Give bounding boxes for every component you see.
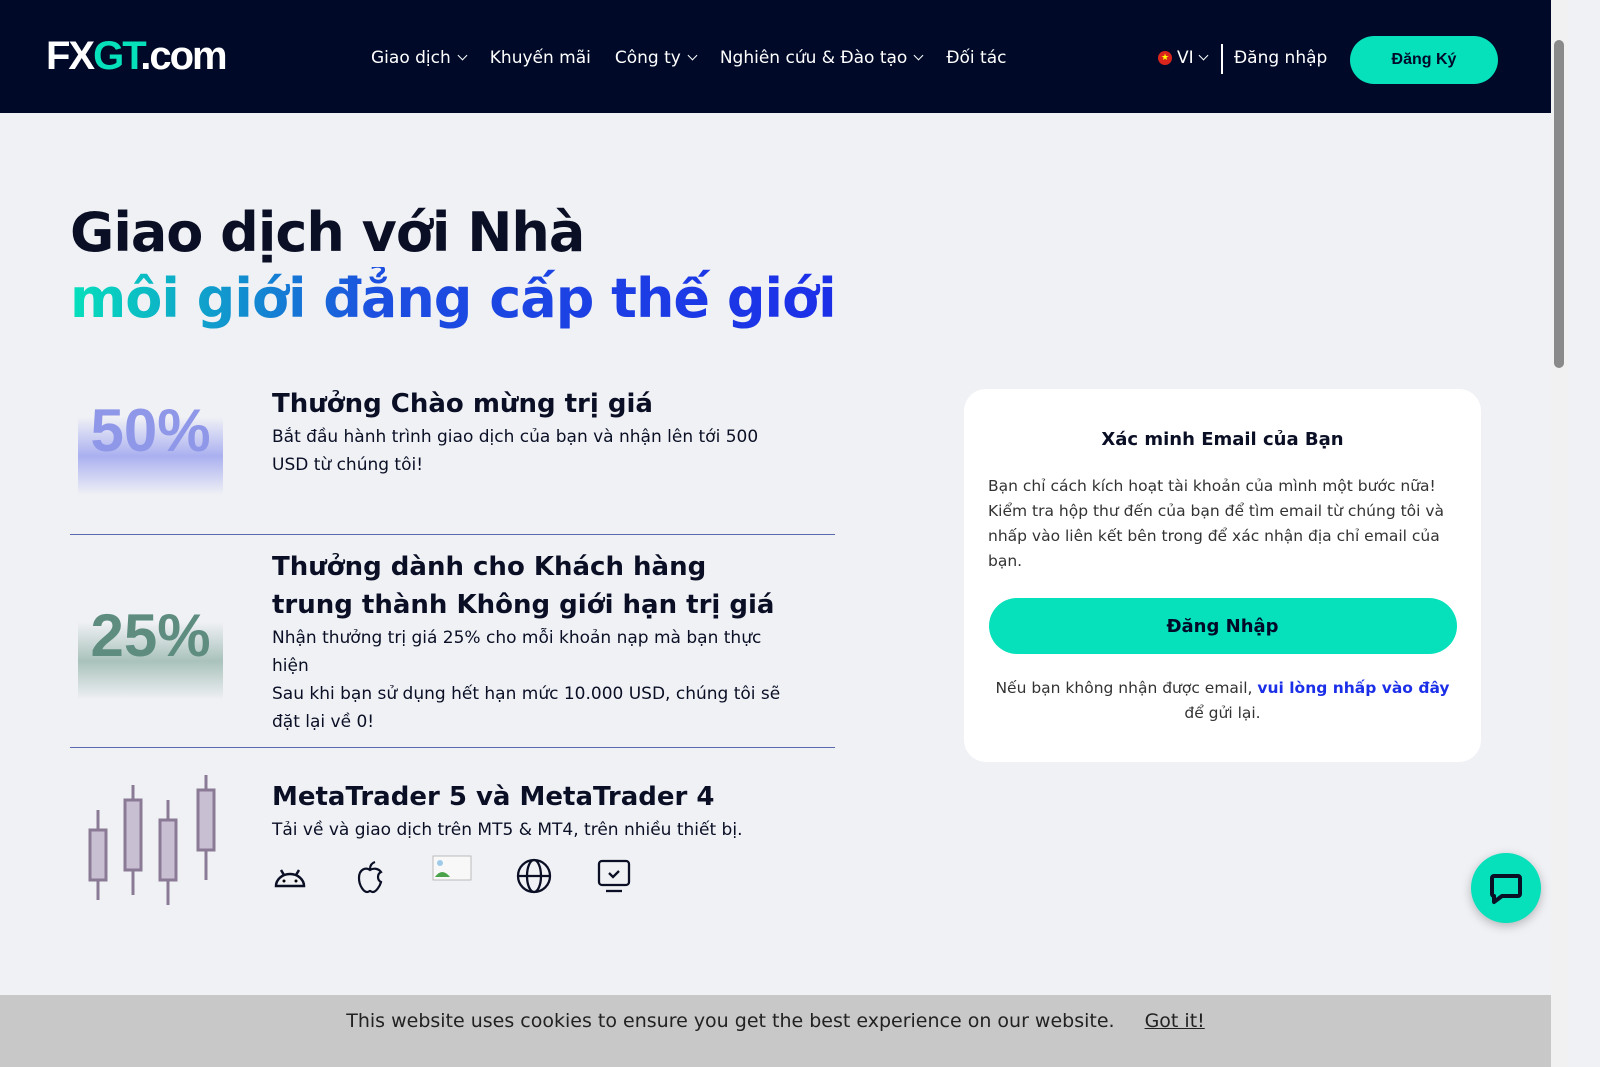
main-menu: Giao dịch Khuyến mãi Công ty Nghiên cứu … [371,48,1006,68]
resend-link[interactable]: vui lòng nhấp vào đây [1257,679,1449,697]
candlestick-image [88,775,216,905]
divider [70,534,835,535]
android-icon[interactable] [272,858,308,894]
divider [70,747,835,748]
card-title: Xác minh Email của Bạn [1101,429,1344,450]
menu-doi-tac[interactable]: Đối tác [946,48,1006,68]
logo[interactable]: FXGT.com [46,34,228,79]
register-button[interactable]: Đăng Ký [1350,36,1498,84]
broken-image-icon [432,855,472,881]
card-description: Bạn chỉ cách kích hoạt tài khoản của mìn… [988,477,1445,570]
card-login-button[interactable]: Đăng Nhập [988,598,1457,654]
chat-button[interactable] [1471,853,1541,923]
chevron-down-icon [457,50,468,61]
cookie-banner: This website uses cookies to ensure you … [0,995,1551,1067]
scrollbar-thumb[interactable] [1554,40,1564,368]
divider [1221,44,1223,74]
chevron-down-icon [1198,50,1209,60]
chevron-down-icon [687,50,698,61]
50-percent-image: 50% [78,365,223,495]
top-nav: FXGT.com Giao dịch Khuyến mãi Công ty Ng… [0,0,1551,113]
cookie-accept-link[interactable]: Got it! [1145,1010,1205,1032]
resend-note: Nếu bạn không nhận được email, vui lòng … [995,679,1450,722]
vietnam-flag-icon: ★ [1158,51,1172,65]
hero-title: Giao dịch với Nhà môi giới đẳng cấp thế g… [70,201,837,330]
25-percent-image: 25% [78,570,223,700]
menu-giao-dich[interactable]: Giao dịch [371,48,468,68]
login-link[interactable]: Đăng nhập [1234,48,1327,68]
menu-nghien-cuu[interactable]: Nghiên cứu & Đào tạo [720,48,924,68]
menu-cong-ty[interactable]: Công ty [615,48,698,68]
platform-icons [272,855,792,894]
verify-email-card: Xác minh Email của Bạn Bạn chỉ cách kích… [964,389,1481,762]
menu-khuyen-mai[interactable]: Khuyến mãi [490,48,591,68]
desktop-icon[interactable] [596,858,632,894]
language-selector[interactable]: ★ VI [1158,48,1209,68]
globe-icon[interactable] [516,858,552,894]
apple-icon[interactable] [352,858,388,894]
chat-icon [1490,874,1522,904]
chevron-down-icon [913,50,924,61]
